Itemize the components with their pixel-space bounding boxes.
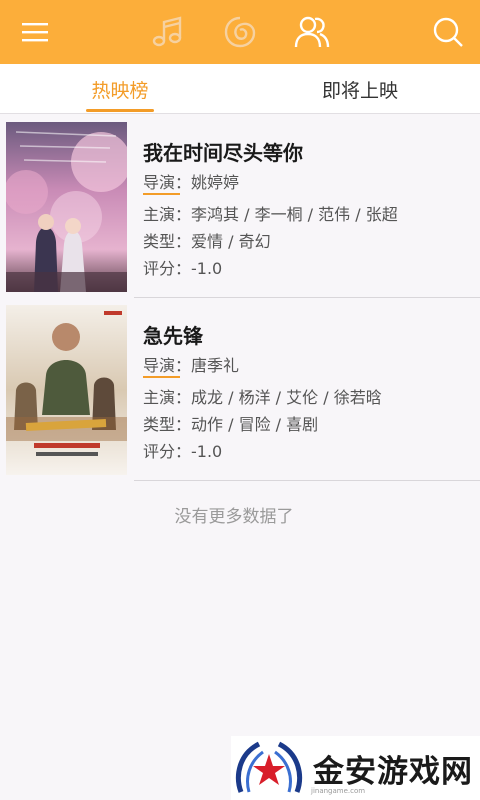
- director-underline: [143, 376, 180, 378]
- watermark-subtext: jinangame.com: [311, 787, 366, 795]
- movie-rating: 评分：-1.0: [143, 442, 223, 461]
- movie-title: 我在时间尽头等你: [143, 141, 303, 165]
- list-item[interactable]: 急先锋 导演：唐季礼 主演：成龙 / 杨洋 / 艾伦 / 徐若晗 类型：动作 /…: [0, 298, 480, 481]
- tab-indicator: [86, 109, 154, 112]
- app-bar: [0, 0, 480, 64]
- movie-cast: 主演：李鸿其 / 李一桐 / 范伟 / 张超: [143, 205, 398, 224]
- search-icon: [433, 17, 463, 47]
- watermark-text: 金安游戏网: [313, 753, 473, 790]
- people-tab-button[interactable]: [288, 8, 336, 56]
- movie-list: 我在时间尽头等你 导演：姚婷婷 主演：李鸿其 / 李一桐 / 范伟 / 张超 类…: [0, 115, 480, 481]
- search-button[interactable]: [424, 8, 472, 56]
- movie-director: 导演：唐季礼: [143, 356, 240, 375]
- movie-title: 急先锋: [143, 324, 203, 348]
- divider: [134, 480, 480, 481]
- tab-bar: 热映榜 即将上映: [0, 64, 480, 114]
- tab-coming-soon[interactable]: 即将上映: [240, 64, 480, 114]
- list-item[interactable]: 我在时间尽头等你 导演：姚婷婷 主演：李鸿其 / 李一桐 / 范伟 / 张超 类…: [0, 115, 480, 298]
- music-icon: [152, 16, 182, 47]
- movie-rating: 评分：-1.0: [143, 259, 223, 278]
- movie-director: 导演：姚婷婷: [143, 173, 240, 192]
- movie-cast: 主演：成龙 / 杨洋 / 艾伦 / 徐若晗: [143, 388, 382, 407]
- movie-poster: [6, 122, 127, 292]
- watermark: 金安游戏网 jinangame.com: [231, 736, 480, 800]
- movie-genre: 类型：爱情 / 奇幻: [143, 232, 271, 251]
- menu-button[interactable]: [11, 8, 59, 56]
- no-more-data-text: 没有更多数据了: [174, 506, 294, 527]
- watermark-logo-icon: [235, 741, 303, 793]
- movie-genre: 类型：动作 / 冒险 / 喜剧: [143, 415, 319, 434]
- swirl-icon: [224, 16, 256, 48]
- tab-now-showing[interactable]: 热映榜: [0, 64, 240, 114]
- director-underline: [143, 193, 180, 195]
- movie-poster: [6, 305, 127, 475]
- menu-icon: [22, 23, 48, 42]
- swirl-tab-button[interactable]: [216, 8, 264, 56]
- music-tab-button[interactable]: [143, 8, 191, 56]
- people-icon: [294, 16, 330, 48]
